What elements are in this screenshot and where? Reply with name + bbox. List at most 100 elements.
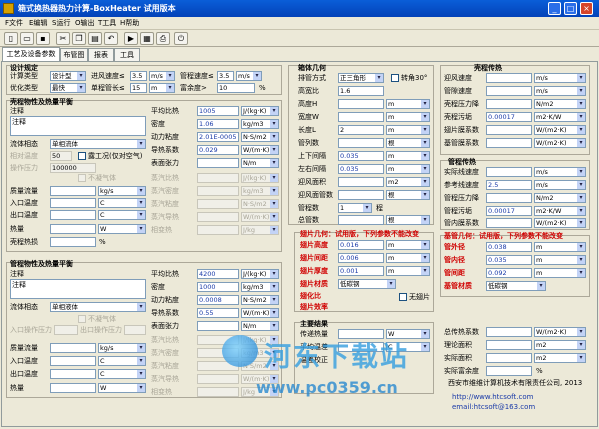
ref-speed-input[interactable]: 2.5 [486,180,532,190]
shell-visc-unit[interactable]: N·S/m2 [241,132,279,142]
base-coef-input[interactable] [486,138,532,148]
undo-icon[interactable]: ↶ [104,32,118,45]
tube-gas-checkbox[interactable] [78,315,86,323]
k-unit[interactable]: W/(m2·K) [534,327,586,337]
tube-in-pressure-input[interactable] [54,325,78,335]
theory-area-unit[interactable]: m2 [534,340,586,350]
tube-count-input[interactable] [338,138,384,148]
shell-latent-unit[interactable]: J/kg [241,225,279,235]
no-fin-checkbox[interactable] [399,293,407,301]
tube-in-temp-unit[interactable]: C [98,356,146,366]
fin-spacing-input[interactable]: 0.006 [338,253,384,263]
tube-coef-unit[interactable]: W/(m2·K) [534,218,586,228]
fin-thick-input[interactable]: 0.001 [338,266,384,276]
gap-speed-unit[interactable]: m/s [534,86,586,96]
shell-vapor-visc-unit[interactable]: N·S/m2 [241,199,279,209]
base-material-select[interactable]: 低碳钢 [486,281,546,291]
shell-vapor-cp-unit[interactable]: J/(kg·K) [241,173,279,183]
shell-vapor-density-unit[interactable]: kg/m3 [241,186,279,196]
actual-margin-input[interactable] [486,366,532,376]
shell-out-temp-unit[interactable]: C [98,210,146,220]
face-area-unit[interactable]: m2 [386,177,430,187]
actual-area-input[interactable] [486,353,532,363]
tube-visc-unit[interactable]: N·S/m2 [241,295,279,305]
shell-cp-input[interactable]: 1005 [197,106,239,116]
tube-coef-input[interactable] [486,218,532,228]
shell-latent-input[interactable] [197,225,239,235]
tube-out-temp-unit[interactable]: C [98,369,146,379]
tube-out-temp-input[interactable] [50,369,96,379]
tube-in-temp-input[interactable] [50,356,96,366]
dew-checkbox[interactable] [78,152,86,160]
rel-temp-input[interactable]: 50 [50,151,72,161]
side-gap-unit[interactable]: m [386,164,430,174]
tube-vapor-cond-input[interactable] [197,374,239,384]
width-input[interactable] [338,112,384,122]
rotate-checkbox[interactable] [391,74,399,82]
tube-density-unit[interactable]: kg/m3 [241,282,279,292]
tube-flow-input[interactable] [50,343,96,353]
tube-cp-unit[interactable]: J/(kg·K) [241,269,279,279]
margin-input[interactable]: 10 [217,83,255,93]
tab-tools[interactable]: 工具 [114,48,140,61]
tube-surf-input[interactable] [197,321,239,331]
tube-fouling-unit[interactable]: m2·K/W [534,206,586,216]
face-speed-unit[interactable]: m/s [534,73,586,83]
tube-speed-unit[interactable]: m/s [534,167,586,177]
width-unit[interactable]: m [386,112,430,122]
side-gap-input[interactable]: 0.035 [338,164,384,174]
copy-icon[interactable]: ❐ [72,32,86,45]
shell-note-memo[interactable]: 注释 [10,116,146,136]
od-input[interactable]: 0.038 [486,242,532,252]
shell-cp-unit[interactable]: J/(kg·K) [241,106,279,116]
pitch-unit[interactable]: m [534,268,586,278]
shell-heat-unit[interactable]: W [98,224,146,234]
menu-run[interactable]: S运行 [50,18,72,29]
open-icon[interactable]: ▭ [20,32,34,45]
tube-latent-input[interactable] [197,387,239,397]
base-coef-unit[interactable]: W/(m2·K) [534,138,586,148]
maximize-button[interactable]: □ [564,2,577,15]
face-area-input[interactable] [338,177,384,187]
inlet-speed-unit[interactable]: m/s [149,71,175,81]
report-icon[interactable]: ▦ [140,32,154,45]
length-unit[interactable]: m [386,125,430,135]
inlet-speed-input[interactable]: 3.5 [130,71,147,81]
tab-process-params[interactable]: 工艺及设备参数 [2,47,60,61]
tab-layout[interactable]: 布管图 [60,48,88,61]
shell-fouling-input[interactable]: 0.00017 [486,112,532,122]
shell-heat-loss-input[interactable] [50,237,96,247]
tube-heat-unit[interactable]: W [98,383,146,393]
od-unit[interactable]: m [534,242,586,252]
tube-out-pressure-input[interactable] [124,325,146,335]
theory-area-input[interactable] [486,340,532,350]
fin-material-select[interactable]: 低碳钢 [338,279,396,289]
tube-dp-unit[interactable]: N/m2 [534,193,586,203]
single-len-input[interactable]: 15 [130,83,147,93]
shell-cond-unit[interactable]: W/(m·K) [241,145,279,155]
shell-fluid-select[interactable]: 单相流体 [50,139,146,149]
top-gap-unit[interactable]: m [386,151,430,161]
tab-report[interactable]: 报表 [88,48,114,61]
website-link[interactable]: http://www.htcsoft.com [452,392,533,402]
shell-cond-input[interactable]: 0.029 [197,145,239,155]
tube-surf-unit[interactable]: N/m [241,321,279,331]
fin-height-unit[interactable]: m [386,240,430,250]
shell-out-temp-input[interactable] [50,210,96,220]
fin-spacing-unit[interactable]: m [386,253,430,263]
tube-note-memo[interactable]: 注释 [10,279,146,299]
tube-cp-input[interactable]: 4200 [197,269,239,279]
tube-heat-input[interactable] [50,383,96,393]
shell-vapor-cond-unit[interactable]: W/(m·K) [241,212,279,222]
shell-vapor-cp-input[interactable] [197,173,239,183]
shell-dp-input[interactable] [486,99,532,109]
minimize-button[interactable]: _ [548,2,561,15]
tube-fouling-input[interactable]: 0.00017 [486,206,532,216]
shell-visc-input[interactable]: 2.01E-0005 [197,132,239,142]
shell-fouling-unit[interactable]: m2·K/W [534,112,586,122]
pipe-speed-input[interactable]: 3.5 [217,71,234,81]
tube-count-unit[interactable]: 根 [386,138,430,148]
print-icon[interactable]: ⎙ [156,32,170,45]
op-pressure-input[interactable]: 100000 [50,163,96,173]
tube-speed-input[interactable] [486,167,532,177]
